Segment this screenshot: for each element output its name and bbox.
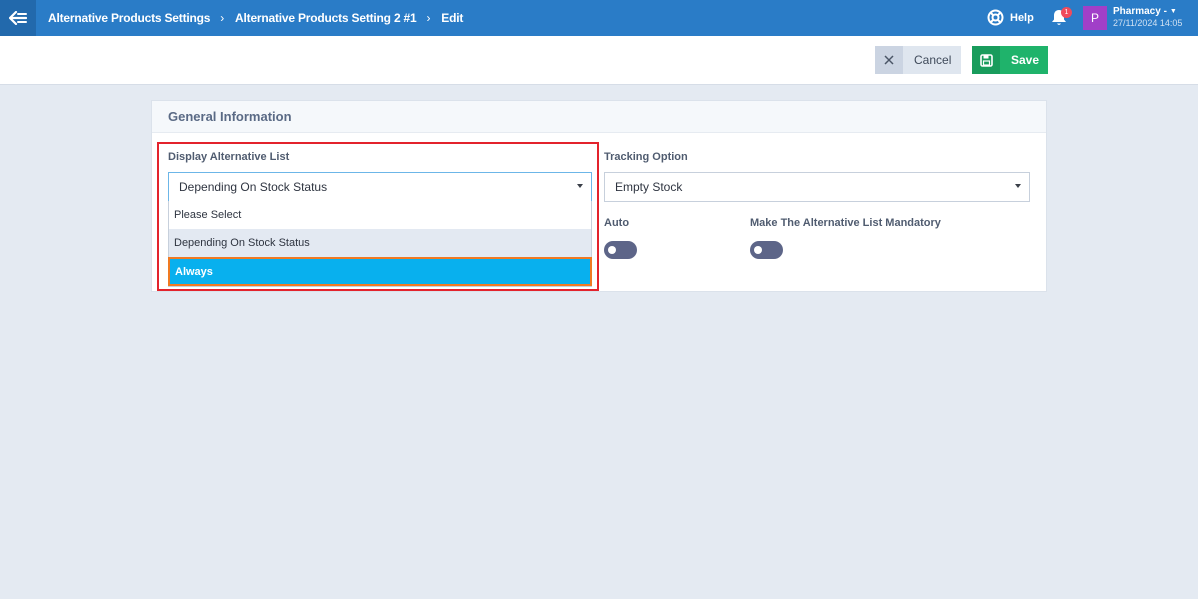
user-menu[interactable]: Pharmacy - ▼ 27/11/2024 14:05	[1113, 6, 1182, 28]
display-alternative-list-label: Display Alternative List	[168, 151, 290, 163]
avatar[interactable]: P	[1083, 6, 1107, 30]
dropdown-option-depending-on-stock-status[interactable]: Depending On Stock Status	[169, 229, 591, 257]
tracking-option-select[interactable]: Empty Stock	[604, 172, 1030, 202]
display-alternative-list-select[interactable]: Depending On Stock Status	[168, 172, 592, 202]
mandatory-toggle[interactable]	[750, 241, 783, 259]
cancel-label: Cancel	[914, 53, 952, 67]
caret-down-icon	[1015, 184, 1021, 188]
display-alternative-list-dropdown: Please Select Depending On Stock Status …	[168, 201, 592, 287]
save-label: Save	[1011, 53, 1040, 67]
caret-down-icon	[577, 184, 583, 188]
display-alternative-list-value: Depending On Stock Status	[179, 180, 328, 194]
caret-down-icon: ▼	[1169, 8, 1177, 15]
dropdown-option-please-select[interactable]: Please Select	[169, 201, 591, 229]
auto-toggle[interactable]	[604, 241, 637, 259]
save-icon	[972, 46, 1000, 74]
lifebuoy-icon	[987, 9, 1004, 26]
notification-count-badge: 1	[1061, 7, 1072, 18]
chevron-right-icon: ›	[220, 11, 225, 25]
back-arrow-icon[interactable]	[0, 0, 36, 36]
action-bar: Cancel Save	[0, 36, 1198, 85]
top-navigation-bar: Alternative Products Settings › Alternat…	[0, 0, 1198, 36]
dropdown-option-always[interactable]: Always	[168, 257, 592, 286]
user-date: 27/11/2024 14:05	[1113, 18, 1183, 28]
close-icon	[875, 46, 903, 74]
card-title: General Information	[152, 101, 1046, 133]
user-name: Pharmacy -	[1113, 6, 1167, 17]
help-label: Help	[1010, 11, 1034, 24]
tracking-option-value: Empty Stock	[615, 180, 683, 194]
chevron-right-icon: ›	[426, 11, 431, 25]
breadcrumb: Alternative Products Settings › Alternat…	[48, 0, 463, 36]
auto-label: Auto	[604, 217, 630, 229]
mandatory-label: Make The Alternative List Mandatory	[750, 217, 941, 229]
cancel-button[interactable]: Cancel	[875, 46, 961, 74]
breadcrumb-item[interactable]: Alternative Products Setting 2 #1	[235, 11, 417, 25]
breadcrumb-current: Edit	[441, 11, 464, 25]
tracking-option-label: Tracking Option	[604, 151, 688, 163]
breadcrumb-item[interactable]: Alternative Products Settings	[48, 11, 210, 25]
save-button[interactable]: Save	[972, 46, 1048, 74]
help-button[interactable]: Help	[987, 9, 1034, 26]
